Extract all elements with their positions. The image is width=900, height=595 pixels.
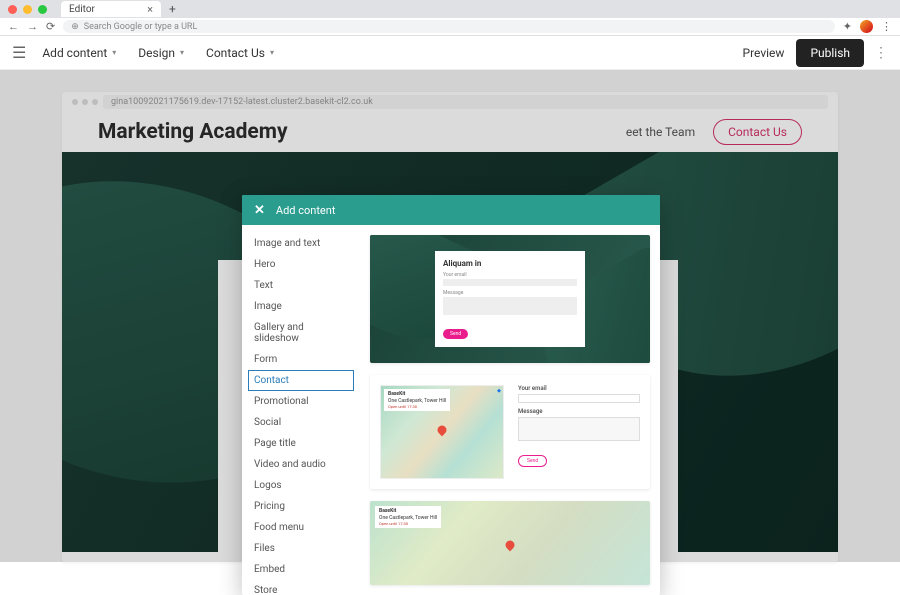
category-contact[interactable]: Contact	[248, 370, 354, 391]
extensions-icon[interactable]: ✦	[843, 20, 852, 33]
email-label: Your email	[518, 385, 640, 392]
map-preview: BaseKit One Castlepark, Tower Hill Open …	[380, 385, 504, 479]
contact-us-label: Contact Us	[206, 46, 265, 60]
design-menu[interactable]: Design ▾	[138, 46, 184, 60]
modal-header: ✕ Add content	[242, 195, 660, 225]
hamburger-icon[interactable]: ☰	[12, 43, 26, 62]
publish-button[interactable]: Publish	[796, 39, 864, 67]
category-form[interactable]: Form	[242, 349, 360, 370]
message-input	[518, 417, 640, 441]
category-page-title[interactable]: Page title	[242, 433, 360, 454]
message-input	[443, 297, 577, 315]
browser-tab[interactable]: Editor ×	[61, 1, 161, 17]
message-label: Message	[518, 408, 640, 415]
more-menu-icon[interactable]: ⋮	[874, 45, 888, 61]
preview-list[interactable]: Aliquam in Your email Message Send BaseK…	[360, 225, 660, 595]
add-content-modal: ✕ Add content Image and textHeroTextImag…	[242, 195, 660, 595]
browser-tab-strip: Editor × +	[0, 0, 900, 18]
map-marker-icon	[436, 424, 449, 437]
address-input[interactable]: ⊕ Search Google or type a URL	[63, 20, 835, 33]
directions-icon: ◆	[497, 388, 501, 394]
send-button: Send	[443, 329, 468, 339]
map-hours: Open until 17:30	[379, 521, 437, 526]
category-text[interactable]: Text	[242, 275, 360, 296]
contact-us-menu[interactable]: Contact Us ▾	[206, 46, 274, 60]
reload-icon[interactable]: ⟳	[46, 20, 55, 33]
add-content-menu[interactable]: Add content ▾	[42, 46, 116, 60]
editor-canvas: gina10092021175619.dev-17152-latest.clus…	[0, 70, 900, 562]
email-input	[443, 279, 577, 286]
chevron-down-icon: ▾	[112, 48, 116, 57]
maximize-window-icon[interactable]	[38, 5, 47, 14]
send-button: Send	[518, 455, 547, 467]
close-window-icon[interactable]	[8, 5, 17, 14]
map-hours: Open until 17:30	[388, 404, 446, 409]
category-image-and-text[interactable]: Image and text	[242, 233, 360, 254]
category-store[interactable]: Store	[242, 580, 360, 595]
contact-template-form[interactable]: Aliquam in Your email Message Send	[370, 235, 650, 363]
contact-template-map-form[interactable]: BaseKit One Castlepark, Tower Hill Open …	[370, 375, 650, 489]
category-logos[interactable]: Logos	[242, 475, 360, 496]
search-icon: ⊕	[71, 22, 79, 32]
new-tab-icon[interactable]: +	[169, 2, 176, 16]
category-social[interactable]: Social	[242, 412, 360, 433]
category-image[interactable]: Image	[242, 296, 360, 317]
category-pricing[interactable]: Pricing	[242, 496, 360, 517]
browser-address-bar: ← → ⟳ ⊕ Search Google or type a URL ✦ ⋮	[0, 18, 900, 36]
category-files[interactable]: Files	[242, 538, 360, 559]
category-gallery-and-slideshow[interactable]: Gallery and slideshow	[242, 317, 360, 349]
close-tab-icon[interactable]: ×	[147, 3, 153, 16]
tab-title: Editor	[69, 4, 95, 15]
traffic-lights	[8, 5, 47, 14]
profile-avatar[interactable]	[860, 20, 873, 33]
email-label: Your email	[443, 272, 577, 278]
preview-button[interactable]: Preview	[743, 46, 785, 60]
category-embed[interactable]: Embed	[242, 559, 360, 580]
add-content-label: Add content	[42, 46, 107, 60]
chevron-down-icon: ▾	[180, 48, 184, 57]
category-promotional[interactable]: Promotional	[242, 391, 360, 412]
close-icon[interactable]: ✕	[254, 203, 265, 218]
category-hero[interactable]: Hero	[242, 254, 360, 275]
email-input	[518, 394, 640, 403]
contact-template-wide-map[interactable]: BaseKit One Castlepark, Tower Hill Open …	[370, 501, 650, 585]
design-label: Design	[138, 46, 175, 60]
map-marker-icon	[504, 538, 517, 551]
form-heading: Aliquam in	[443, 259, 577, 268]
modal-title: Add content	[276, 204, 336, 217]
back-icon[interactable]: ←	[8, 20, 19, 33]
browser-menu-icon[interactable]: ⋮	[881, 20, 892, 33]
chevron-down-icon: ▾	[270, 48, 274, 57]
minimize-window-icon[interactable]	[23, 5, 32, 14]
category-food-menu[interactable]: Food menu	[242, 517, 360, 538]
category-video-and-audio[interactable]: Video and audio	[242, 454, 360, 475]
app-toolbar: ☰ Add content ▾ Design ▾ Contact Us ▾ Pr…	[0, 36, 900, 70]
message-label: Message	[443, 290, 577, 296]
category-list: Image and textHeroTextImageGallery and s…	[242, 225, 360, 595]
address-placeholder: Search Google or type a URL	[84, 22, 198, 32]
forward-icon[interactable]: →	[27, 20, 38, 33]
